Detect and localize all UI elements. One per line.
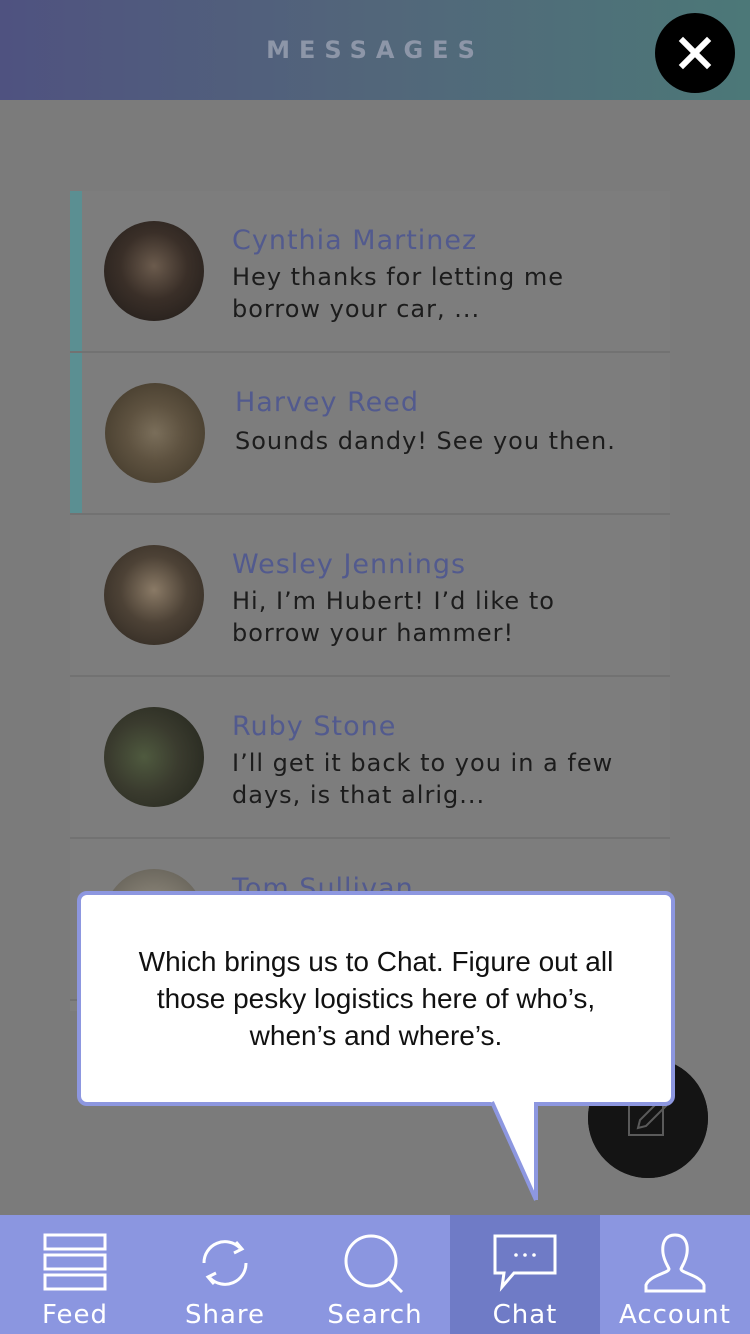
message-item-harvey-reed[interactable]: Harvey Reed Sounds dandy! See you then. bbox=[70, 353, 670, 515]
search-icon bbox=[344, 1234, 404, 1293]
tab-label: Account bbox=[619, 1300, 731, 1330]
avatar bbox=[104, 707, 204, 807]
message-preview-line: borrow your hammer! bbox=[232, 619, 515, 647]
message-sender-name: Cynthia Martinez bbox=[232, 225, 478, 256]
message-preview-line: days, is that alrig... bbox=[232, 781, 486, 809]
tab-label: Chat bbox=[492, 1300, 558, 1330]
message-preview: Hi, I’m Hubert! I’d like to borrow your … bbox=[232, 585, 642, 649]
close-icon bbox=[678, 36, 712, 70]
message-list: Cynthia Martinez Hey thanks for letting … bbox=[70, 191, 670, 1011]
page-title: MESSAGES bbox=[266, 36, 484, 64]
message-sender-name: Harvey Reed bbox=[235, 387, 420, 418]
tab-share[interactable]: Share bbox=[150, 1215, 300, 1334]
message-preview-line: Sounds dandy! See you then. bbox=[235, 427, 616, 455]
tab-label: Search bbox=[327, 1300, 423, 1330]
feed-icon bbox=[43, 1233, 107, 1291]
message-sender-name: Wesley Jennings bbox=[232, 549, 467, 580]
header-bar: MESSAGES bbox=[0, 0, 750, 100]
tab-account[interactable]: Account bbox=[600, 1215, 750, 1334]
account-icon bbox=[644, 1233, 706, 1293]
bottom-tab-bar: Feed Share Search Chat Account bbox=[0, 1215, 750, 1334]
message-preview: Sounds dandy! See you then. bbox=[235, 425, 645, 457]
tab-chat[interactable]: Chat bbox=[450, 1215, 600, 1334]
tooltip-text: Which brings us to Chat. Figure out all … bbox=[138, 946, 614, 1051]
message-item-cynthia-martinez[interactable]: Cynthia Martinez Hey thanks for letting … bbox=[70, 191, 670, 353]
avatar bbox=[104, 545, 204, 645]
tooltip-pointer bbox=[490, 1100, 538, 1201]
onboarding-tooltip: Which brings us to Chat. Figure out all … bbox=[77, 891, 675, 1106]
tab-label: Feed bbox=[41, 1300, 109, 1330]
chat-icon bbox=[493, 1234, 557, 1292]
tab-feed[interactable]: Feed bbox=[0, 1215, 150, 1334]
message-preview-line: Hi, I’m Hubert! I’d like to bbox=[232, 587, 555, 615]
message-preview-line: Hey thanks for letting me bbox=[232, 263, 564, 291]
close-button[interactable] bbox=[655, 13, 735, 93]
message-sender-name: Ruby Stone bbox=[232, 711, 397, 742]
message-item-ruby-stone[interactable]: Ruby Stone I’ll get it back to you in a … bbox=[70, 677, 670, 839]
avatar bbox=[105, 383, 205, 483]
message-preview: I’ll get it back to you in a few days, i… bbox=[232, 747, 642, 811]
share-icon bbox=[202, 1240, 248, 1286]
avatar bbox=[104, 221, 204, 321]
tab-label: Share bbox=[184, 1300, 266, 1330]
tab-search[interactable]: Search bbox=[300, 1215, 450, 1334]
message-preview: Hey thanks for letting me borrow your ca… bbox=[232, 261, 642, 325]
message-item-wesley-jennings[interactable]: Wesley Jennings Hi, I’m Hubert! I’d like… bbox=[70, 515, 670, 677]
message-preview-line: borrow your car, ... bbox=[232, 295, 481, 323]
message-preview-line: I’ll get it back to you in a few bbox=[232, 749, 614, 777]
